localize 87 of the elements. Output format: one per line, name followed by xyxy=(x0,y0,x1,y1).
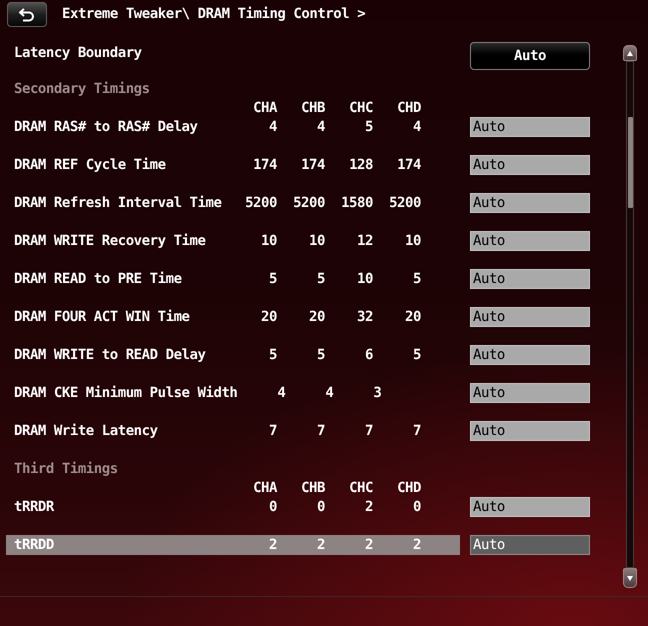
setting-field[interactable]: Auto xyxy=(470,117,590,137)
value-cell-text: 1580 xyxy=(340,194,373,213)
value-cell-text: 3 xyxy=(372,384,382,403)
value-cell-text: 174 xyxy=(396,156,421,175)
value-cell-text: 4 xyxy=(268,118,277,137)
value-cell-text: 5 xyxy=(364,118,373,137)
value-cell-text: 4 xyxy=(276,384,286,403)
value-cell-text: 20 xyxy=(260,308,277,327)
value-cell-text: 4 xyxy=(316,118,325,137)
value-cell-text: 5200 xyxy=(244,194,277,213)
row-label: DRAM RAS# to RAS# Delay xyxy=(14,118,199,137)
value-cell-text: 2 xyxy=(364,536,373,555)
value-cell-text: 0 xyxy=(268,498,277,517)
setting-field[interactable]: Auto xyxy=(470,307,590,327)
value-cell-text: 10 xyxy=(356,270,373,289)
setting-field[interactable]: Auto xyxy=(470,535,590,555)
scroll-down-button[interactable] xyxy=(623,568,637,588)
setting-field[interactable]: Auto xyxy=(470,193,590,213)
value-cell-text: 5 xyxy=(316,346,325,365)
row-label: DRAM WRITE Recovery Time xyxy=(14,232,206,251)
value-cell-text: 7 xyxy=(316,422,325,441)
row-label: DRAM Write Latency xyxy=(14,422,159,441)
column-header: CHA xyxy=(252,480,277,496)
setting-field[interactable]: Auto xyxy=(470,421,590,441)
value-cell-text: 0 xyxy=(412,498,421,517)
value-cell-text: 5 xyxy=(316,270,325,289)
value-cell-text: 0 xyxy=(316,498,325,517)
column-header: CHC xyxy=(348,480,373,496)
setting-field[interactable]: Auto xyxy=(470,497,590,517)
section-title: Secondary Timings xyxy=(14,80,150,99)
setting-label: Latency Boundary xyxy=(14,44,142,63)
setting-field[interactable]: Auto xyxy=(470,155,590,175)
column-header: CHD xyxy=(396,480,421,496)
value-cell-text: 20 xyxy=(404,308,421,327)
value-cell-text: 7 xyxy=(412,422,421,441)
section-title: Third Timings xyxy=(14,460,118,479)
value-cell-text: 12 xyxy=(356,232,373,251)
back-arrow-icon xyxy=(19,8,35,22)
column-header: CHA xyxy=(252,100,277,116)
value-cell-text: 10 xyxy=(308,232,325,251)
column-header: CHB xyxy=(300,480,325,496)
back-button[interactable] xyxy=(7,2,47,27)
value-cell-text: 5200 xyxy=(388,194,421,213)
value-cell-text: 6 xyxy=(364,346,373,365)
value-cell-text: 2 xyxy=(316,536,325,555)
setting-field[interactable]: Auto xyxy=(470,383,590,403)
down-arrow-icon xyxy=(627,576,633,580)
column-header: CHB xyxy=(300,100,325,116)
value-cell-text: 128 xyxy=(348,156,373,175)
row-label: tRRDR xyxy=(14,498,56,517)
scroll-up-button[interactable] xyxy=(623,45,637,61)
row-label: DRAM WRITE to READ Delay xyxy=(14,346,206,365)
value-cell-text: 32 xyxy=(356,308,373,327)
value-cell-text: 174 xyxy=(300,156,325,175)
row-label: DRAM CKE Minimum Pulse Width xyxy=(14,384,238,403)
value-cell-text: 5200 xyxy=(292,194,325,213)
row-label: DRAM READ to PRE Time xyxy=(14,270,183,289)
value-button[interactable]: Auto xyxy=(470,42,590,70)
value-cell-text: 5 xyxy=(412,346,421,365)
value-cell-text: 10 xyxy=(404,232,421,251)
value-cell-text: 2 xyxy=(364,498,373,517)
value-cell-text: 2 xyxy=(268,536,277,555)
setting-field[interactable]: Auto xyxy=(470,231,590,251)
row-label: DRAM FOUR ACT WIN Time xyxy=(14,308,191,327)
value-cell-text: 7 xyxy=(268,422,277,441)
value-cell-text: 4 xyxy=(412,118,421,137)
selection-highlight[interactable]: tRRDD 2 2 2 2 xyxy=(6,535,460,555)
value-cell-text: 20 xyxy=(308,308,325,327)
up-arrow-icon xyxy=(627,50,633,56)
value-cell-text: 2 xyxy=(412,536,421,555)
breadcrumb-title: Extreme Tweaker\ DRAM Timing Control > xyxy=(62,5,366,24)
value-cell-text: 10 xyxy=(260,232,277,251)
column-header: CHD xyxy=(396,100,421,116)
value-cell-text: 5 xyxy=(268,346,277,365)
value-cell-text: 4 xyxy=(324,384,334,403)
value-cell-text: 7 xyxy=(364,422,373,441)
value-cell-text: 5 xyxy=(412,270,421,289)
row-label: DRAM Refresh Interval Time xyxy=(14,194,222,213)
setting-field[interactable]: Auto xyxy=(470,269,590,289)
setting-field[interactable]: Auto xyxy=(470,345,590,365)
scrollbar-thumb[interactable] xyxy=(628,117,632,208)
row-label: DRAM REF Cycle Time xyxy=(14,156,167,175)
column-header: CHC xyxy=(348,100,373,116)
value-cell-text: 174 xyxy=(252,156,277,175)
row-label: tRRDD xyxy=(14,536,55,555)
value-cell-text: 5 xyxy=(268,270,277,289)
scrollbar-track[interactable] xyxy=(626,61,634,568)
